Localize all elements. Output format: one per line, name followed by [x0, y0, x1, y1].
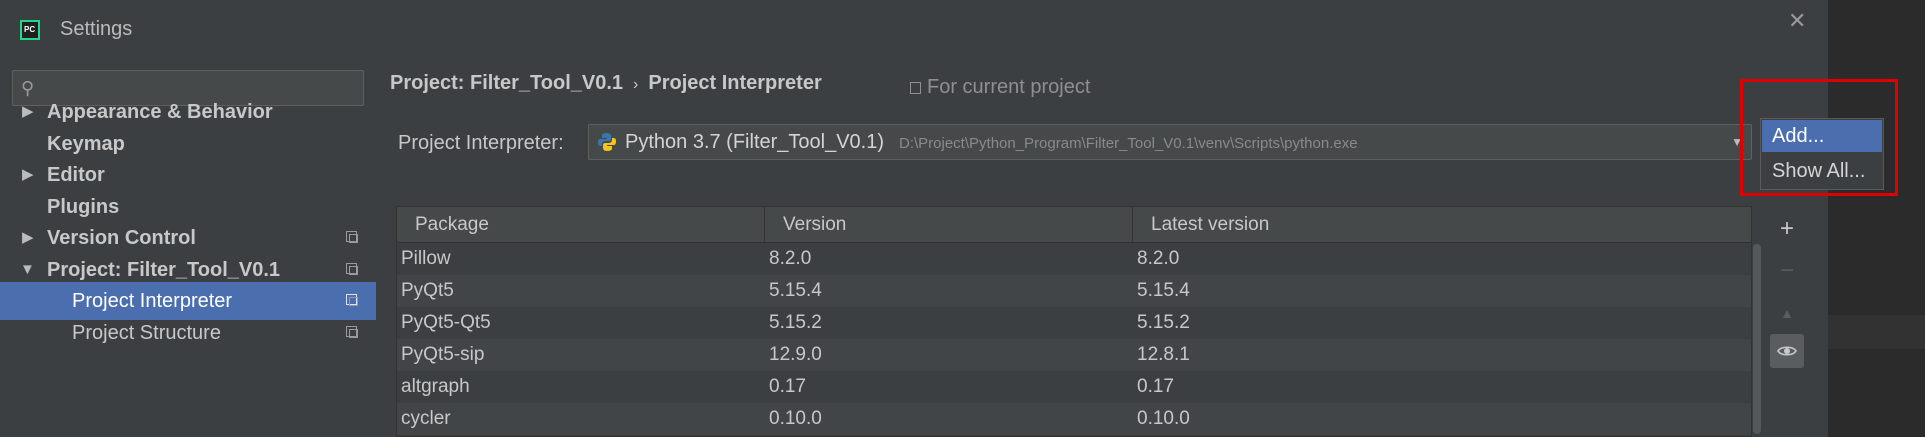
- pycharm-icon: PC: [20, 20, 40, 40]
- table-scrollbar[interactable]: [1752, 242, 1762, 437]
- package-name: Pillow: [401, 248, 451, 269]
- sidebar-item-label: Project Structure: [72, 322, 221, 344]
- project-scope-icon: [346, 231, 358, 243]
- package-latest-version: 5.15.4: [1137, 280, 1190, 301]
- table-row[interactable]: cycler 0.10.0 0.10.0: [397, 403, 1751, 435]
- annotation-highlight-box: [1740, 79, 1898, 196]
- table-row[interactable]: PyQt5 5.15.4 5.15.4: [397, 275, 1751, 307]
- scope-hint: For current project: [910, 76, 1090, 99]
- window-title: Settings: [60, 18, 133, 40]
- package-latest-version: 8.2.0: [1137, 248, 1180, 269]
- table-row[interactable]: altgraph 0.17 0.17: [397, 371, 1751, 403]
- interpreter-name: Python 3.7 (Filter_Tool_V0.1): [625, 131, 885, 153]
- settings-content: Project: Filter_Tool_V0.1 › Project Interp…: [376, 60, 1828, 437]
- package-version: 5.15.4: [769, 280, 822, 301]
- project-scope-icon: [346, 326, 358, 338]
- show-early-releases-eye-icon[interactable]: [1770, 334, 1804, 368]
- interpreter-path: D:\Project\Python_Program\Filter_Tool_V0…: [899, 135, 1358, 152]
- upgrade-package-button[interactable]: ▲: [1770, 296, 1804, 330]
- scope-hint-label: For current project: [927, 76, 1091, 98]
- package-name: cycler: [401, 408, 451, 429]
- scrollbar-thumb[interactable]: [1753, 244, 1761, 434]
- package-toolbar: + − ▲: [1770, 206, 1806, 437]
- project-scope-icon: [346, 294, 358, 306]
- sidebar-item-project-structure[interactable]: Project Structure: [0, 314, 376, 352]
- package-latest-version: 0.10.0: [1137, 408, 1190, 429]
- table-header: Package Version Latest version: [397, 207, 1751, 243]
- package-name: PyQt5: [401, 280, 454, 301]
- background-editor-strip: [1828, 315, 1925, 349]
- project-scope-icon: [910, 82, 921, 94]
- packages-table: Package Version Latest version Pillow 8.…: [396, 206, 1752, 437]
- package-latest-version: 12.8.1: [1137, 344, 1190, 365]
- settings-dialog: PC Settings ✕ ⚲ ▶ Appearance & Behavior …: [0, 0, 1828, 437]
- eye-icon: [1777, 346, 1797, 356]
- column-header-version[interactable]: Version: [765, 207, 1133, 243]
- package-version: 12.9.0: [769, 344, 822, 365]
- close-icon[interactable]: ✕: [1788, 8, 1806, 34]
- package-latest-version: 0.17: [1137, 376, 1174, 397]
- interpreter-dropdown[interactable]: Python 3.7 (Filter_Tool_V0.1) D:\Project…: [588, 124, 1752, 160]
- breadcrumb: Project: Filter_Tool_V0.1 › Project Interp…: [390, 72, 822, 95]
- column-header-package[interactable]: Package: [397, 207, 765, 243]
- package-version: 0.10.0: [769, 408, 822, 429]
- package-name: PyQt5-Qt5: [401, 312, 491, 333]
- interpreter-label: Project Interpreter:: [398, 132, 564, 154]
- package-name: altgraph: [401, 376, 470, 397]
- table-row[interactable]: PyQt5-Qt5 5.15.2 5.15.2: [397, 307, 1751, 339]
- package-latest-version: 5.15.2: [1137, 312, 1190, 333]
- breadcrumb-page: Project Interpreter: [648, 72, 822, 94]
- table-row[interactable]: Pillow 8.2.0 8.2.0: [397, 243, 1751, 275]
- column-header-latest-version[interactable]: Latest version: [1133, 207, 1751, 243]
- breadcrumb-project: Project: Filter_Tool_V0.1: [390, 72, 624, 94]
- remove-package-button[interactable]: −: [1770, 254, 1804, 288]
- breadcrumb-separator: ›: [633, 76, 639, 93]
- project-scope-icon: [346, 263, 358, 275]
- package-name: PyQt5-sip: [401, 344, 485, 365]
- title-bar: PC Settings ✕: [0, 0, 1828, 60]
- package-version: 0.17: [769, 376, 806, 397]
- settings-sidebar: ⚲ ▶ Appearance & Behavior Keymap ▶ Edito…: [0, 60, 376, 437]
- package-version: 5.15.2: [769, 312, 822, 333]
- table-row[interactable]: PyQt5-sip 12.9.0 12.8.1: [397, 339, 1751, 371]
- add-package-button[interactable]: +: [1770, 212, 1804, 246]
- package-version: 8.2.0: [769, 248, 812, 269]
- python-icon: [598, 133, 616, 151]
